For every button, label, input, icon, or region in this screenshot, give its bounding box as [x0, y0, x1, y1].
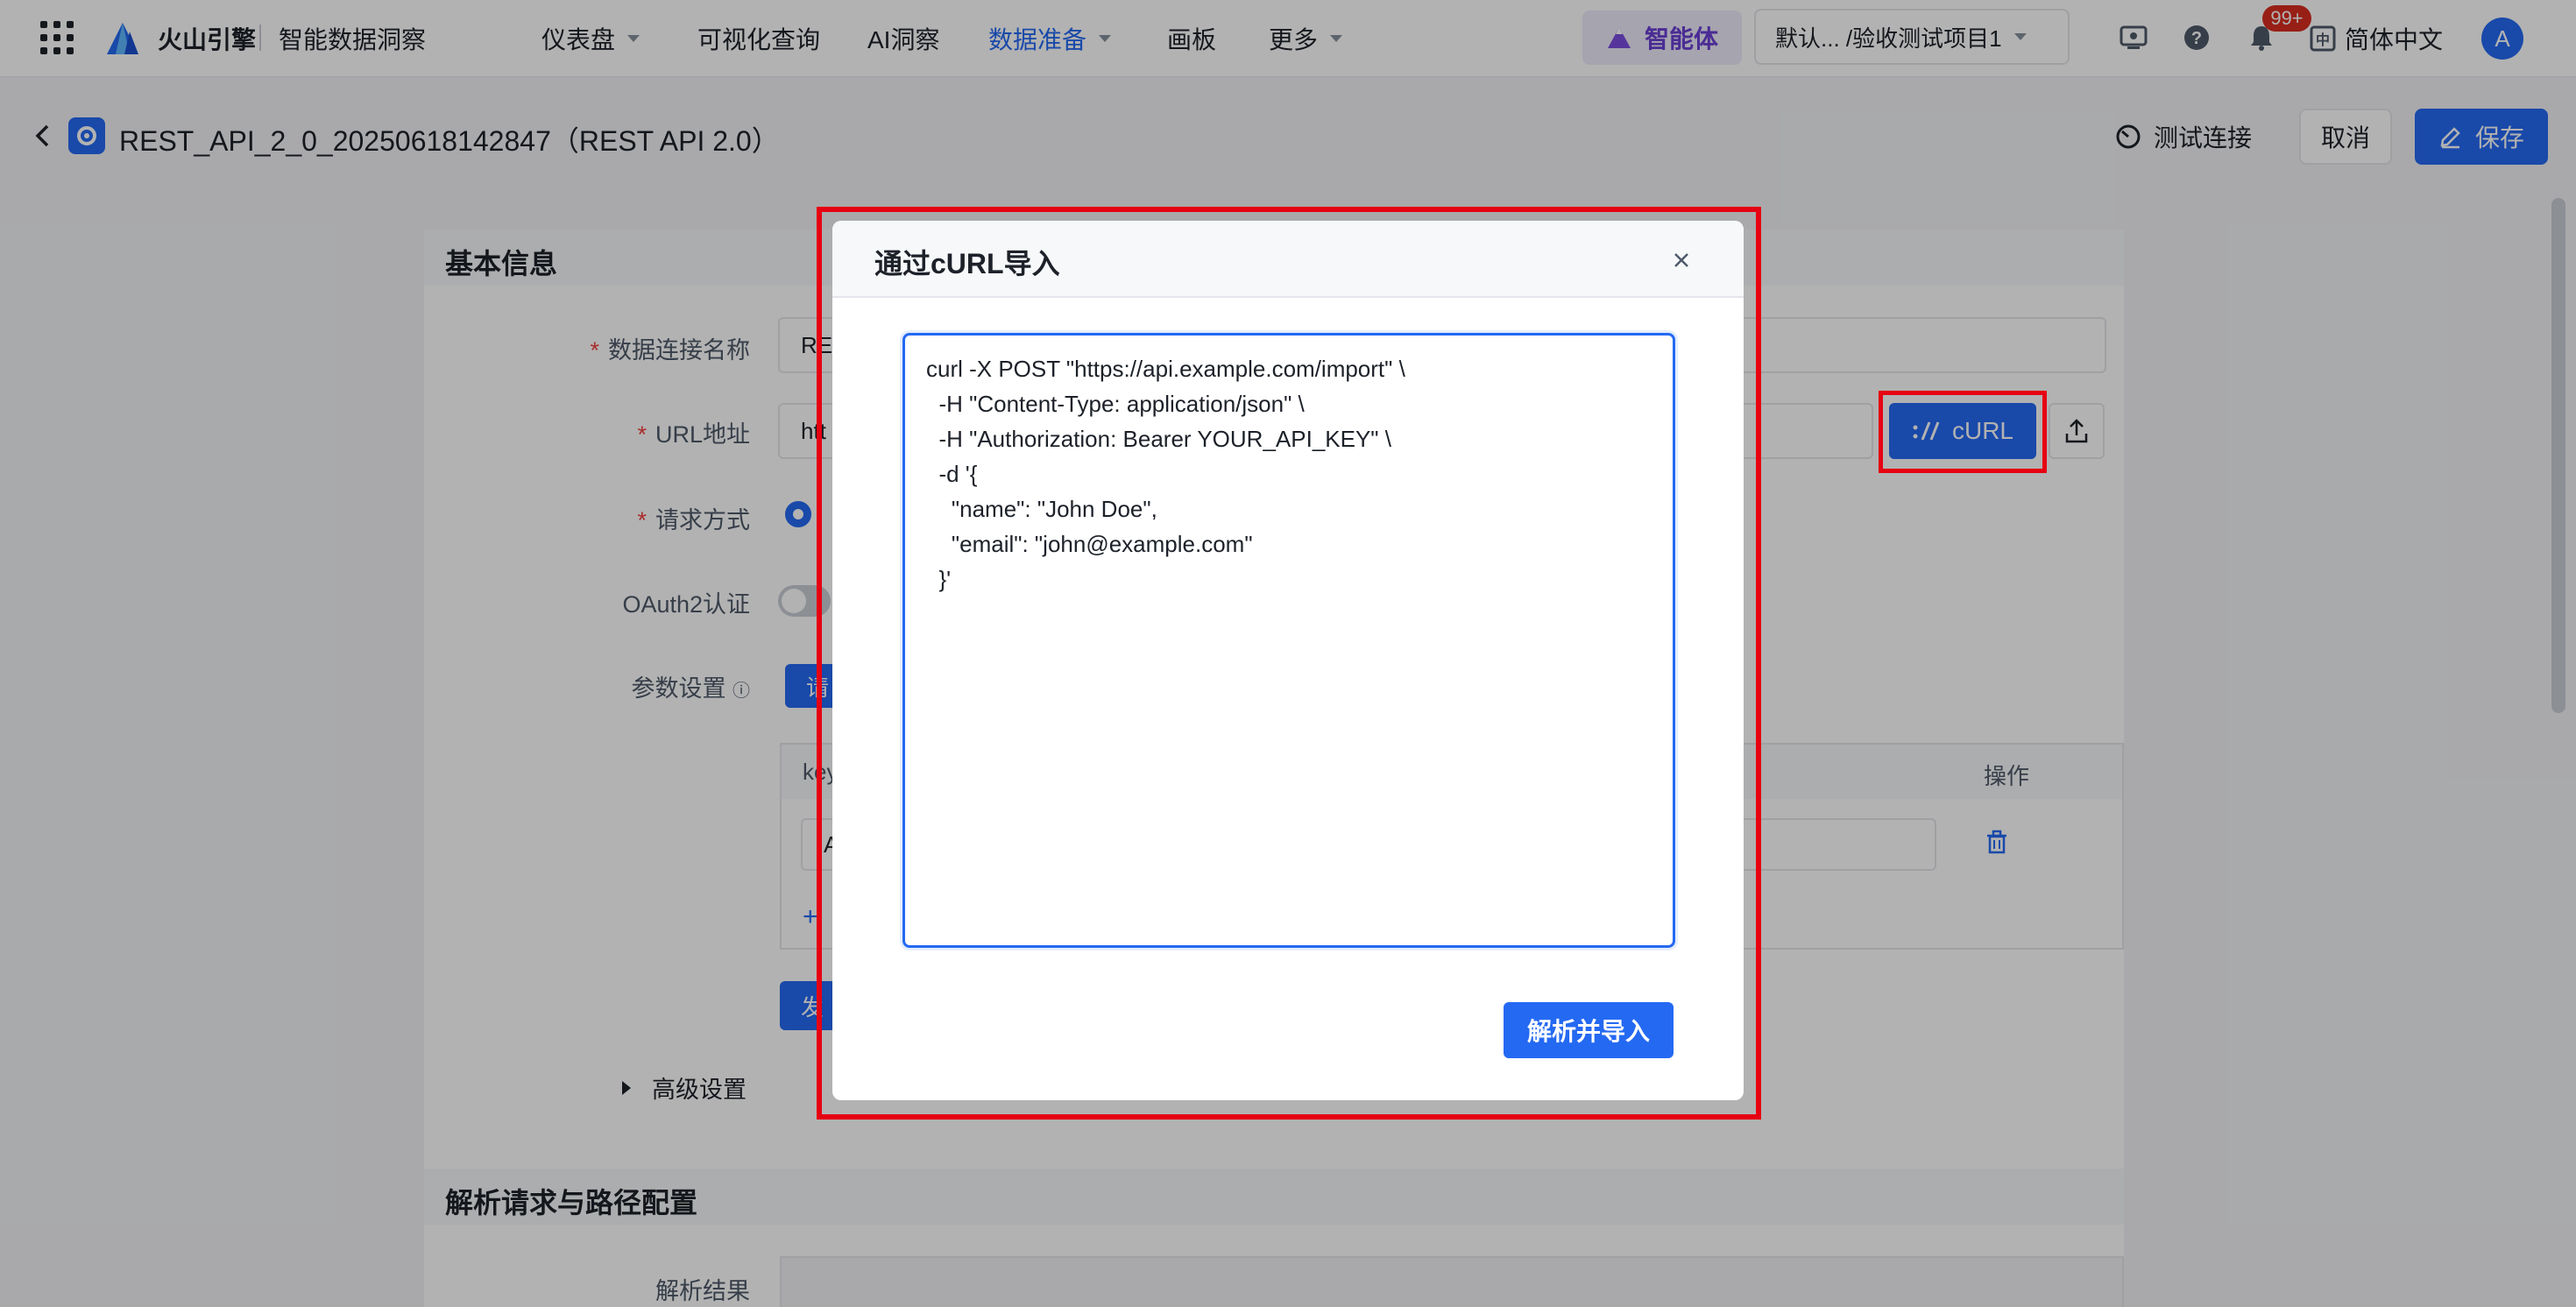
highlight-box-curl	[1879, 391, 2047, 473]
highlight-box-modal	[817, 207, 1761, 1120]
